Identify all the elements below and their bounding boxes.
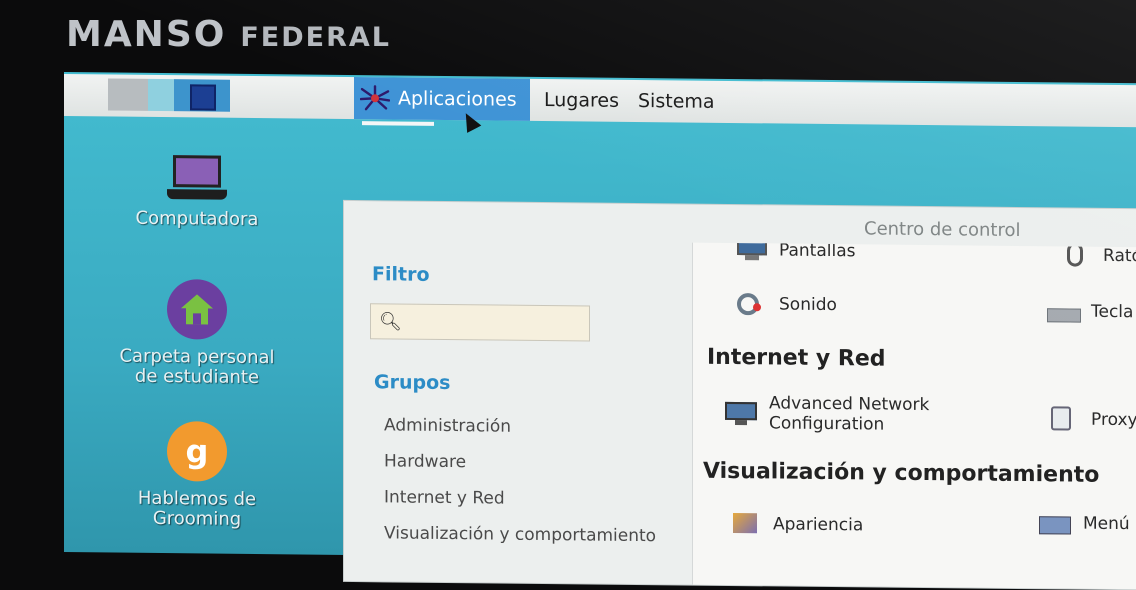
desktop-icon-label: Carpeta personal de estudiante: [119, 345, 275, 389]
panel-launcher-2[interactable]: [148, 78, 174, 112]
desktop-screen: Aplicaciones Lugares Sistema Computadora…: [64, 72, 1136, 590]
section-internet-red: Internet y Red: [707, 344, 886, 372]
section-visualizacion: Visualización y comportamiento: [703, 458, 1100, 488]
desktop-icon-label: Hablemos de Grooming: [137, 487, 257, 530]
item-apariencia[interactable]: Apariencia: [729, 511, 863, 538]
group-internet-red[interactable]: Internet y Red: [384, 487, 505, 508]
search-input[interactable]: [403, 308, 587, 339]
top-panel: Aplicaciones Lugares Sistema: [64, 74, 1136, 128]
item-label: Apariencia: [773, 514, 864, 536]
mouse-icon: [1059, 243, 1093, 269]
item-label: Ratón: [1103, 245, 1136, 267]
workspace-icon: [190, 84, 216, 111]
menu-lugares[interactable]: Lugares: [544, 79, 619, 122]
desktop-icon-carpeta-personal[interactable]: Carpeta personal de estudiante: [112, 279, 282, 389]
brand-sub: FEDERAL: [240, 22, 391, 53]
control-center-items-pane: Pantallas Ratón Sonido Tecla Internet y …: [692, 242, 1136, 590]
item-proxy[interactable]: Proxy: [1047, 406, 1136, 433]
desktop-icon-computadora[interactable]: Computadora: [112, 155, 282, 231]
item-raton[interactable]: Ratón: [1059, 243, 1136, 270]
item-teclado[interactable]: Tecla: [1047, 298, 1133, 325]
desktop-icon-label: Computadora: [135, 207, 259, 231]
item-label: Tecla: [1091, 301, 1134, 323]
item-label: Proxy: [1091, 409, 1136, 431]
grooming-icon: g: [167, 421, 227, 482]
group-hardware[interactable]: Hardware: [384, 451, 466, 472]
sound-icon: [735, 291, 769, 317]
item-label: Advanced Network Configuration: [769, 393, 929, 435]
item-label: Pantallas: [779, 242, 856, 262]
filter-label: Filtro: [372, 263, 430, 286]
network-icon: [725, 400, 759, 426]
panel-launcher-1[interactable]: [108, 78, 148, 111]
menu-sistema[interactable]: Sistema: [638, 80, 715, 123]
window-title: Centro de control: [864, 218, 1021, 242]
brand-main: MANSO: [66, 14, 227, 55]
item-sonido[interactable]: Sonido: [735, 291, 837, 318]
applications-logo-icon: [360, 85, 390, 111]
search-box[interactable]: 🔍︎: [370, 303, 590, 342]
proxy-icon: [1047, 406, 1081, 432]
item-label: Sonido: [779, 294, 837, 316]
control-center-window: Centro de control Filtro 🔍︎ Grupos Admin…: [344, 200, 1136, 590]
item-label: Menú P: [1083, 513, 1136, 535]
item-menu[interactable]: Menú P: [1039, 510, 1136, 537]
groups-label: Grupos: [374, 371, 451, 395]
search-icon: 🔍︎: [379, 311, 402, 333]
item-pantallas[interactable]: Pantallas: [735, 243, 855, 265]
item-advanced-network[interactable]: Advanced Network Configuration: [725, 393, 929, 435]
home-folder-icon: [167, 279, 227, 340]
menu-aplicaciones[interactable]: Aplicaciones: [354, 77, 530, 121]
menu-editor-icon: [1039, 510, 1073, 536]
item-label-line2: Configuration: [769, 413, 885, 435]
item-label-line1: Advanced Network: [769, 393, 930, 416]
display-icon: [735, 243, 769, 264]
desktop-icon-grooming[interactable]: g Hablemos de Grooming: [112, 421, 282, 531]
monitor-brand: MANSO FEDERAL: [66, 14, 391, 55]
appearance-icon: [729, 511, 763, 537]
group-administracion[interactable]: Administración: [384, 415, 511, 436]
laptop-icon: [167, 155, 227, 202]
workspace-switcher[interactable]: [174, 79, 230, 112]
menu-aplicaciones-label: Aplicaciones: [398, 87, 517, 111]
keyboard-icon: [1047, 298, 1081, 324]
